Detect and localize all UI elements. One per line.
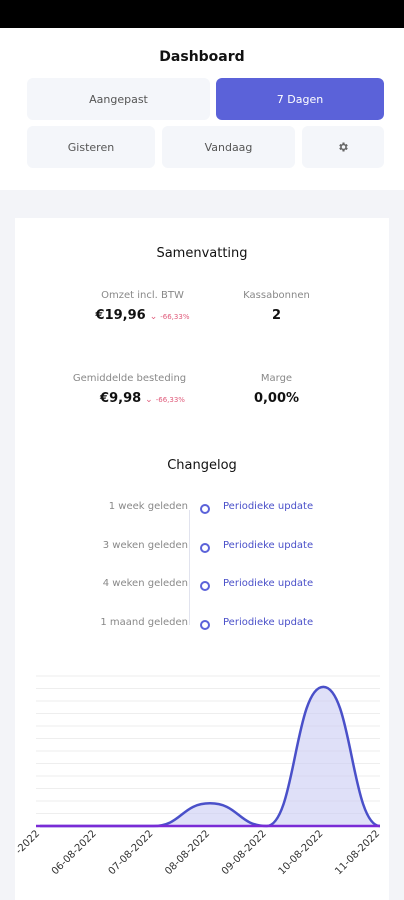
x-tick-label: 08-08-2022 [163, 828, 212, 877]
changelog-entry[interactable]: Periodieke update [223, 578, 313, 589]
summary-title: Samenvatting [156, 246, 248, 261]
stat-margin-value: 0,00% [253, 391, 300, 406]
tab-yesterday[interactable]: Gisteren [27, 126, 155, 168]
changelog-when: 3 weken geleden [102, 540, 188, 551]
changelog-when: 1 maand geleden [100, 617, 188, 628]
tab-yesterday-label: Gisteren [67, 140, 115, 154]
stat-receipts-value: 2 [271, 308, 282, 323]
status-bar [0, 0, 404, 28]
tab-today[interactable]: Vandaag [162, 126, 295, 168]
changelog-title: Changelog [167, 458, 237, 473]
changelog-timeline [189, 510, 190, 625]
series-area [40, 686, 380, 827]
timeline-dot-icon [200, 504, 210, 514]
changelog-entry[interactable]: Periodieke update [223, 617, 313, 628]
changelog-entry[interactable]: Periodieke update [223, 501, 313, 512]
page-title: Dashboard [159, 49, 245, 65]
stat-receipts-label: Kassabonnen [243, 290, 310, 301]
settings-button[interactable] [302, 126, 384, 168]
stat-average-delta: -66,33% [155, 396, 185, 404]
changelog-when: 4 weken geleden [102, 578, 188, 589]
x-tick-label: 11-08-2022 [333, 828, 382, 877]
timeline-dot-icon [200, 620, 210, 630]
tab-custom[interactable]: Aangepast [27, 78, 210, 120]
gear-icon [339, 142, 348, 152]
timeline-dot-icon [200, 543, 210, 553]
x-tick-label: 09-08-2022 [220, 828, 269, 877]
tab-custom-label: Aangepast [89, 92, 148, 106]
x-tick-label: 10-08-2022 [277, 828, 326, 877]
stat-revenue-amount: €19,96 [95, 308, 146, 323]
stat-margin-label: Marge [260, 373, 293, 384]
x-tick-label: 07-08-2022 [107, 828, 156, 877]
tab-7-days[interactable]: 7 Dagen [216, 78, 384, 120]
down-arrow-icon: ⌄ [149, 312, 158, 322]
tab-7-days-label: 7 Dagen [276, 92, 324, 106]
timeline-dot-icon [200, 581, 210, 591]
x-tick-label: -2022 [14, 828, 42, 856]
sales-area-chart: -2022 06-08-2022 07-08-2022 08-08-2022 09-08… [14, 675, 382, 877]
tab-today-label: Vandaag [204, 140, 253, 154]
down-arrow-icon: ⌄ [145, 395, 153, 405]
stat-average-amount: €9,98 [100, 391, 142, 406]
changelog-entry[interactable]: Periodieke update [223, 540, 313, 551]
changelog-when: 1 week geleden [108, 501, 188, 512]
x-tick-label: 06-08-2022 [50, 828, 99, 877]
